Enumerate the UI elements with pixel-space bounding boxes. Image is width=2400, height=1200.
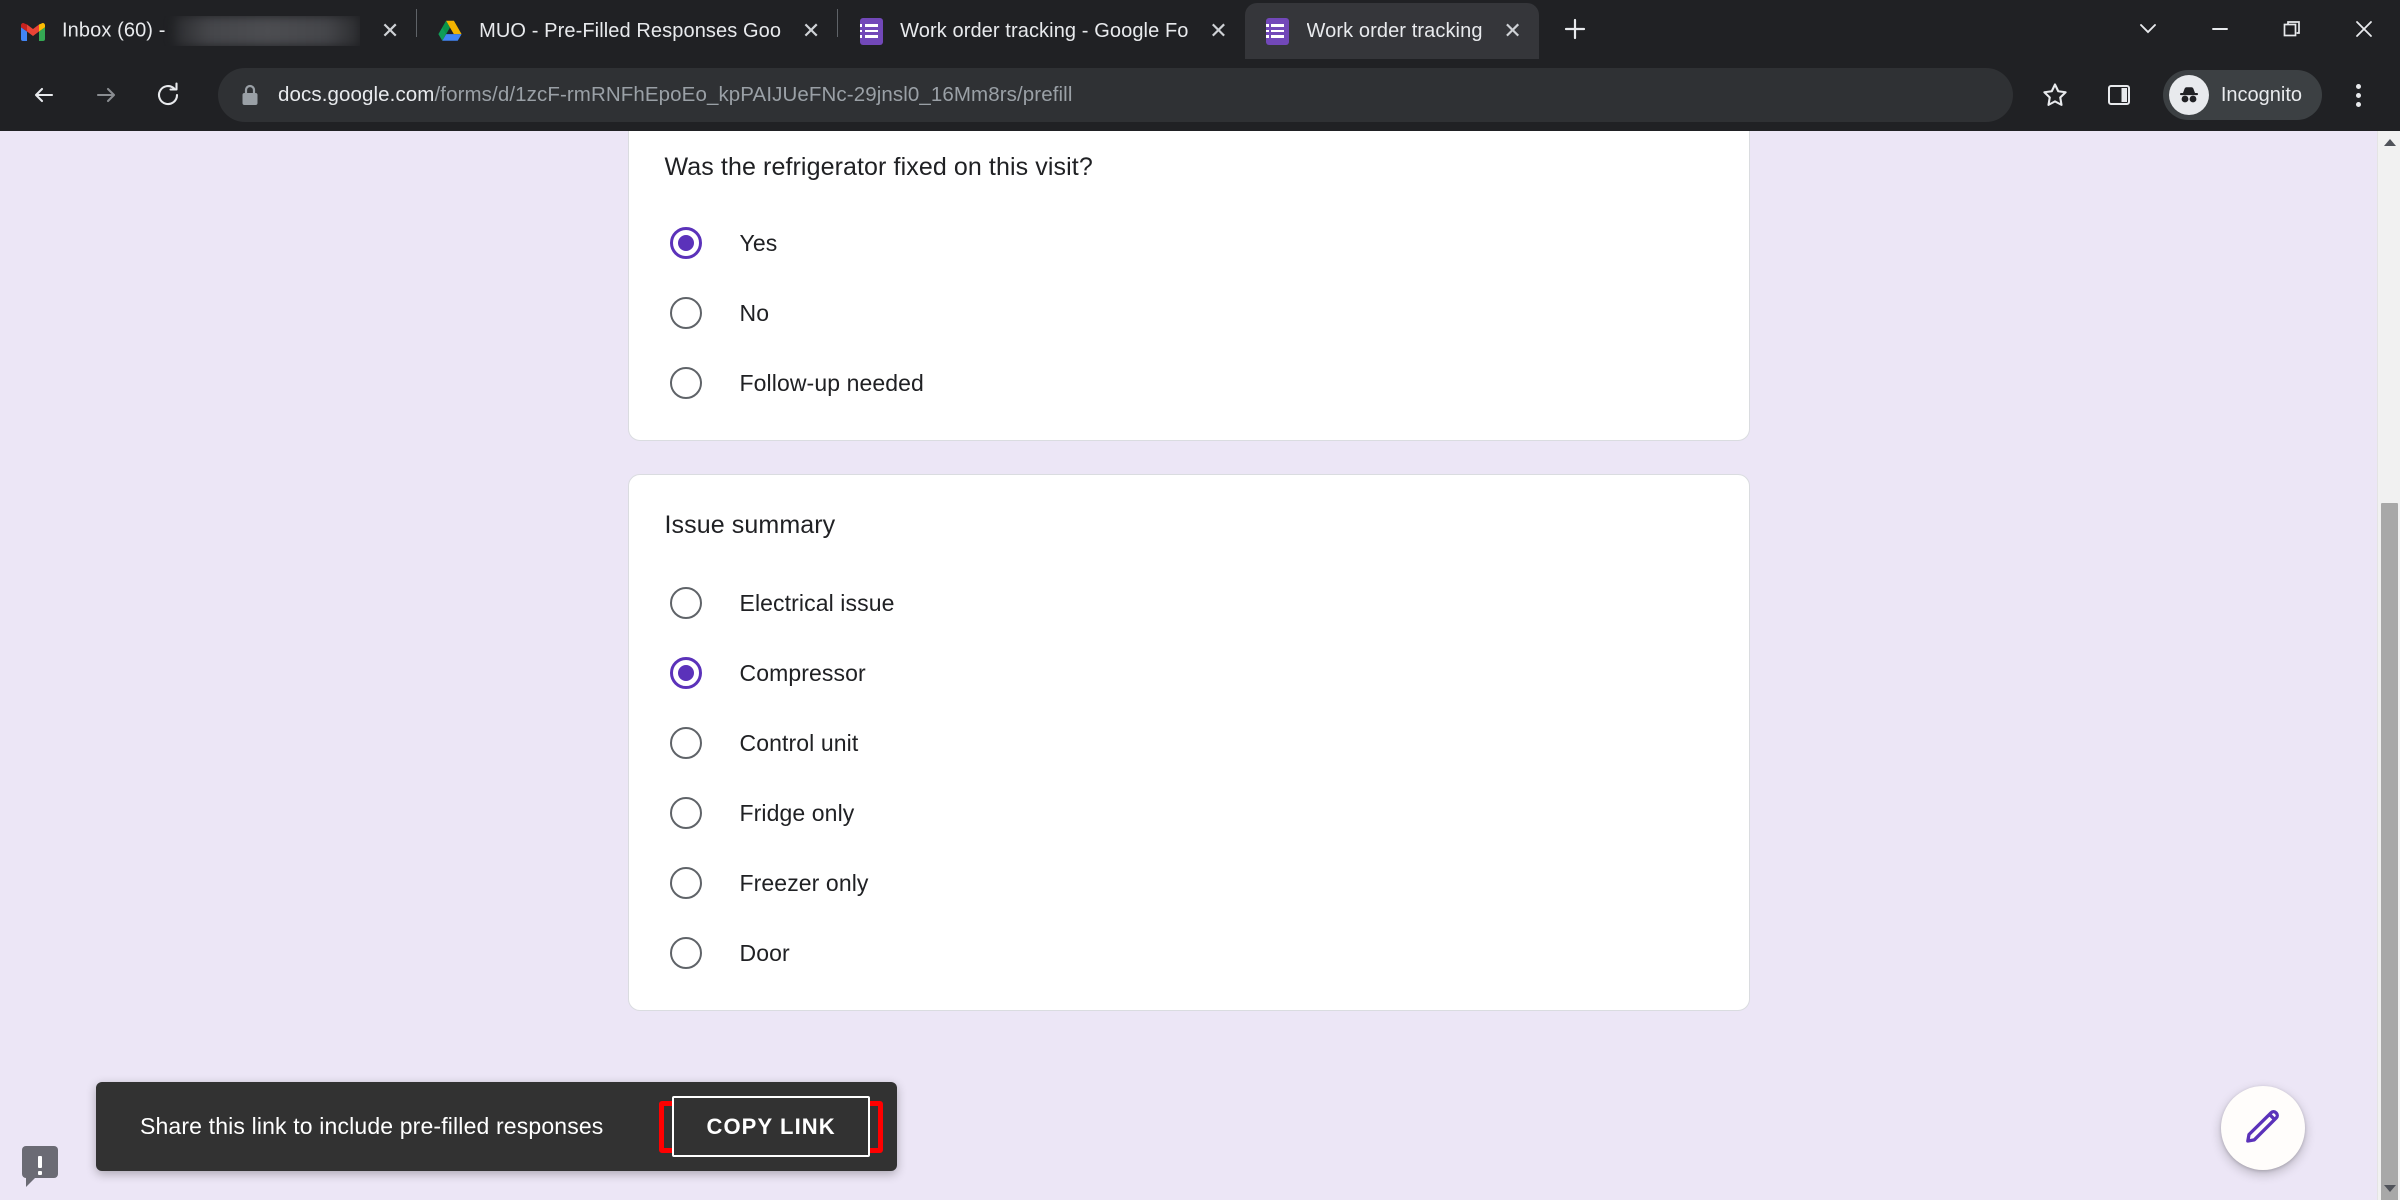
page-scrollbar[interactable]: [2377, 131, 2400, 1200]
radio-button-icon[interactable]: [670, 797, 702, 829]
radio-option-no[interactable]: No: [670, 296, 1713, 330]
radio-option-label: No: [740, 300, 770, 327]
radio-option-follow-up-needed[interactable]: Follow-up needed: [670, 366, 1713, 400]
tab-list: Inbox (60) - ✕ MUO - Pre-Filled Response…: [0, 0, 1603, 59]
radio-option-label: Electrical issue: [740, 590, 895, 617]
google-forms-icon: [1265, 18, 1291, 44]
radio-button-icon[interactable]: [670, 367, 702, 399]
google-drive-icon: [437, 18, 463, 44]
gmail-icon: [20, 18, 46, 44]
browser-toolbar: docs.google.com/forms/d/1zcF-rmRNFhEpoEo…: [0, 59, 2400, 131]
reload-button[interactable]: [140, 67, 196, 123]
radio-option-yes[interactable]: Yes: [670, 226, 1713, 260]
chrome-menu-icon[interactable]: [2332, 67, 2384, 123]
address-bar[interactable]: docs.google.com/forms/d/1zcF-rmRNFhEpoEo…: [218, 68, 2013, 122]
close-window-button[interactable]: [2328, 0, 2400, 58]
radio-option-label: Compressor: [740, 660, 866, 687]
tab-title: Work order tracking - Google Fo: [900, 20, 1188, 43]
radio-option-control-unit[interactable]: Control unit: [670, 726, 1713, 760]
tab-close-button[interactable]: ✕: [1493, 11, 1533, 51]
question-card-refrigerator-fixed: Was the refrigerator fixed on this visit…: [628, 131, 1750, 441]
tab-search-icon[interactable]: [2112, 0, 2184, 58]
lock-icon: [240, 83, 260, 107]
scroll-up-arrow-icon[interactable]: [2378, 131, 2400, 154]
copy-link-button[interactable]: COPY LINK: [672, 1096, 869, 1157]
google-forms-prefill-page: Was the refrigerator fixed on this visit…: [0, 131, 2377, 1200]
incognito-avatar-icon: [2169, 75, 2209, 115]
radio-option-label: Freezer only: [740, 870, 869, 897]
radio-button-icon[interactable]: [670, 297, 702, 329]
incognito-indicator[interactable]: Incognito: [2163, 70, 2322, 120]
tab-close-button[interactable]: ✕: [791, 11, 831, 51]
prefill-link-snackbar: Share this link to include pre-filled re…: [96, 1082, 897, 1171]
url-text: docs.google.com/forms/d/1zcF-rmRNFhEpoEo…: [278, 83, 1072, 107]
radio-option-label: Door: [740, 940, 790, 967]
tab-close-button[interactable]: ✕: [370, 11, 410, 51]
tab-work-order-tracking-active[interactable]: Work order tracking ✕: [1245, 3, 1539, 59]
incognito-label: Incognito: [2221, 84, 2302, 107]
radio-option-label: Follow-up needed: [740, 370, 924, 397]
window-controls: [2112, 0, 2400, 58]
forward-button[interactable]: [78, 67, 134, 123]
new-tab-button[interactable]: [1547, 1, 1603, 57]
radio-option-label: Yes: [740, 230, 778, 257]
side-panel-icon[interactable]: [2091, 67, 2147, 123]
pencil-icon: [2243, 1106, 2283, 1151]
page-viewport: Was the refrigerator fixed on this visit…: [0, 131, 2400, 1200]
radio-option-freezer-only[interactable]: Freezer only: [670, 866, 1713, 900]
radio-option-label: Fridge only: [740, 800, 855, 827]
minimize-button[interactable]: [2184, 0, 2256, 58]
tab-work-order-tracking-forms[interactable]: Work order tracking - Google Fo ✕: [838, 3, 1244, 59]
radio-button-icon[interactable]: [670, 227, 702, 259]
tab-title: Work order tracking: [1307, 20, 1483, 43]
snackbar-message: Share this link to include pre-filled re…: [140, 1113, 603, 1140]
browser-window: Inbox (60) - ✕ MUO - Pre-Filled Response…: [0, 0, 2400, 1200]
radio-button-icon[interactable]: [670, 727, 702, 759]
tab-close-button[interactable]: ✕: [1199, 11, 1239, 51]
question-title: Issue summary: [665, 511, 1713, 540]
radio-button-icon[interactable]: [670, 937, 702, 969]
copy-link-highlight: COPY LINK: [659, 1101, 882, 1153]
google-forms-icon: [858, 18, 884, 44]
edit-form-fab-button[interactable]: [2221, 1086, 2305, 1170]
radio-button-icon[interactable]: [670, 657, 702, 689]
question-card-issue-summary: Issue summary Electrical issue Compresso…: [628, 474, 1750, 1011]
question-title: Was the refrigerator fixed on this visit…: [665, 153, 1713, 182]
tab-title: MUO - Pre-Filled Responses Goo: [479, 20, 781, 43]
radio-option-door[interactable]: Door: [670, 936, 1713, 970]
back-button[interactable]: [16, 67, 72, 123]
tab-muo-prefilled-responses[interactable]: MUO - Pre-Filled Responses Goo ✕: [417, 3, 837, 59]
feedback-icon[interactable]: [22, 1146, 58, 1178]
maximize-restore-button[interactable]: [2256, 0, 2328, 58]
tab-strip: Inbox (60) - ✕ MUO - Pre-Filled Response…: [0, 0, 2400, 59]
tab-inbox[interactable]: Inbox (60) - ✕: [0, 3, 416, 59]
scrollbar-thumb[interactable]: [2381, 503, 2398, 1200]
form-content: Was the refrigerator fixed on this visit…: [628, 131, 1750, 1011]
radio-button-icon[interactable]: [670, 867, 702, 899]
scroll-down-arrow-icon[interactable]: [2378, 1177, 2400, 1200]
tab-title: Inbox (60) -: [62, 16, 360, 46]
radio-option-label: Control unit: [740, 730, 859, 757]
radio-option-electrical-issue[interactable]: Electrical issue: [670, 586, 1713, 620]
url-host: docs.google.com: [278, 83, 434, 106]
radio-option-fridge-only[interactable]: Fridge only: [670, 796, 1713, 830]
radio-button-icon[interactable]: [670, 587, 702, 619]
url-path: /forms/d/1zcF-rmRNFhEpoEo_kpPAIJUeFNc-29…: [434, 83, 1072, 106]
bookmark-star-icon[interactable]: [2027, 67, 2083, 123]
radio-option-compressor[interactable]: Compressor: [670, 656, 1713, 690]
redacted-title-blur: [175, 16, 360, 46]
